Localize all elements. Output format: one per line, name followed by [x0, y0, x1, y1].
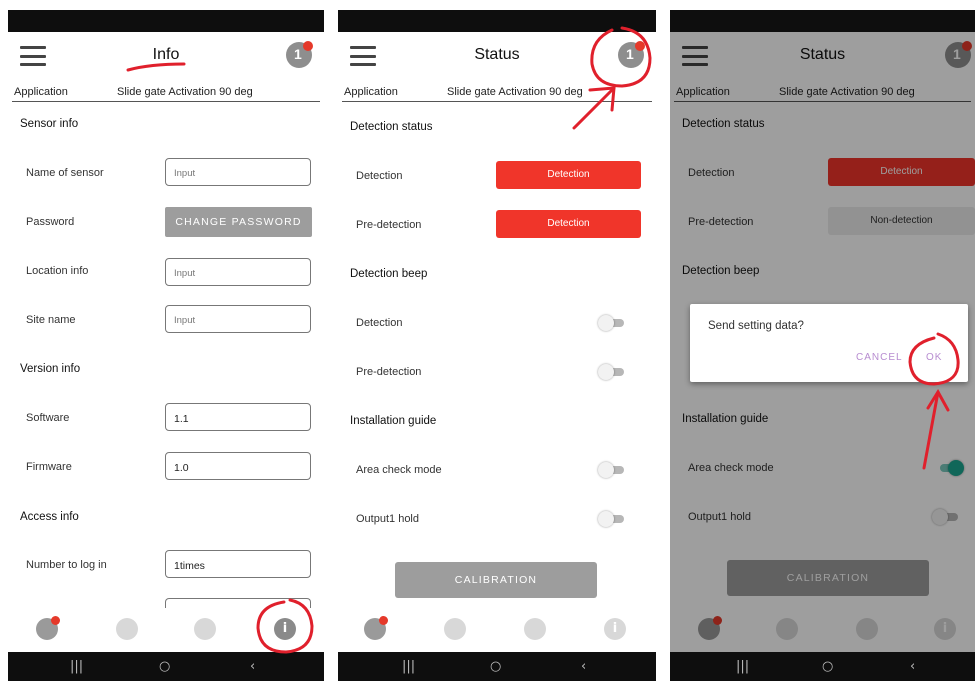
status-bar — [338, 10, 656, 32]
location-info-input[interactable]: Input — [165, 258, 311, 286]
section-access-info: Access info — [20, 511, 79, 523]
beep-pre-detection-label: Pre-detection — [356, 366, 422, 378]
pre-detection-label: Pre-detection — [356, 219, 422, 231]
status-bar — [8, 10, 324, 32]
software-version-field: 1.1 — [165, 403, 311, 431]
page-title: Info — [152, 46, 180, 63]
app-bar: Info 1 — [8, 32, 324, 82]
application-row: Application Slide gate Activation 90 deg — [12, 82, 320, 102]
beep-detection-toggle[interactable] — [598, 315, 624, 331]
settings-gear-icon[interactable] — [116, 618, 138, 640]
home-button[interactable]: ○ — [490, 659, 501, 674]
recents-button[interactable]: ||| — [402, 659, 415, 674]
info-icon[interactable]: i — [274, 618, 296, 640]
phone-info-screen: Info 1 Application Slide gate Activation… — [8, 10, 324, 681]
sync-icon[interactable] — [194, 618, 216, 640]
application-row: Application Slide gate Activation 90 deg — [342, 82, 652, 102]
number-to-log-in-label: Number to log in — [26, 559, 107, 571]
dialog-cancel-button[interactable]: CANCEL — [856, 352, 903, 363]
recents-button[interactable]: ||| — [736, 659, 749, 674]
pre-detection-status-indicator: Detection — [496, 210, 641, 238]
system-navigation-bar: ||| ○ ‹ — [8, 652, 324, 681]
area-check-mode-label: Area check mode — [356, 464, 442, 476]
output1-hold-label: Output1 hold — [356, 513, 419, 525]
brand-logo-icon[interactable]: 1 — [618, 41, 645, 68]
firmware-version-field: 1.0 — [165, 452, 311, 480]
settings-gear-icon[interactable] — [444, 618, 466, 640]
calibration-button[interactable]: CALIBRATION — [395, 562, 597, 598]
sync-icon[interactable] — [524, 618, 546, 640]
dialog-ok-button[interactable]: OK — [926, 352, 942, 363]
area-check-mode-toggle[interactable] — [598, 462, 624, 478]
home-button[interactable]: ○ — [159, 659, 170, 674]
back-button[interactable]: ‹ — [910, 659, 915, 674]
status-icon[interactable] — [36, 616, 60, 640]
section-detection-beep: Detection beep — [350, 268, 428, 280]
beep-pre-detection-toggle[interactable] — [598, 364, 624, 380]
home-button[interactable]: ○ — [822, 659, 833, 674]
detection-label: Detection — [356, 170, 403, 182]
bottom-navigation: i — [338, 608, 656, 652]
recents-button[interactable]: ||| — [70, 659, 83, 674]
brand-logo-icon: 1 — [286, 41, 313, 68]
bottom-navigation: i — [8, 608, 324, 652]
phone-status-dialog-screen: Status 1 Application Slide gate Activati… — [670, 10, 975, 681]
application-label: Application — [344, 86, 398, 98]
system-navigation-bar: ||| ○ ‹ — [670, 652, 975, 681]
name-of-sensor-input[interactable]: Input — [165, 158, 311, 186]
dialog-message: Send setting data? — [708, 320, 804, 332]
site-name-label: Site name — [26, 314, 76, 326]
status-bar — [670, 10, 975, 32]
phone-status-screen: Status 1 Application Slide gate Activati… — [338, 10, 656, 681]
section-sensor-info: Sensor info — [20, 118, 79, 130]
password-label: Password — [26, 216, 75, 228]
application-label: Application — [14, 86, 68, 98]
change-password-button[interactable]: CHANGE PASSWORD — [165, 207, 312, 237]
firmware-label: Firmware — [26, 461, 72, 473]
section-version-info: Version info — [20, 363, 81, 375]
back-button[interactable]: ‹ — [581, 659, 586, 674]
beep-detection-label: Detection — [356, 317, 403, 329]
output1-hold-toggle[interactable] — [598, 511, 624, 527]
application-value: Slide gate Activation 90 deg — [117, 86, 253, 98]
app-bar: Status 1 — [338, 32, 656, 82]
status-icon[interactable] — [364, 616, 388, 640]
location-info-label: Location info — [26, 265, 89, 277]
site-name-input[interactable]: Input — [165, 305, 311, 333]
page-title: Status — [474, 46, 520, 63]
confirm-dialog: Send setting data? CANCEL OK — [690, 304, 968, 382]
back-button[interactable]: ‹ — [250, 659, 255, 674]
detection-status-indicator: Detection — [496, 161, 641, 189]
system-navigation-bar: ||| ○ ‹ — [338, 652, 656, 681]
info-icon[interactable]: i — [604, 618, 626, 640]
number-to-log-in-field: 1times — [165, 550, 311, 578]
section-installation-guide: Installation guide — [350, 415, 437, 427]
section-detection-status: Detection status — [350, 121, 433, 133]
software-label: Software — [26, 412, 70, 424]
application-value: Slide gate Activation 90 deg — [447, 86, 583, 98]
screenshot-collage: Info 1 Application Slide gate Activation… — [0, 0, 975, 691]
name-of-sensor-label: Name of sensor — [26, 167, 104, 179]
